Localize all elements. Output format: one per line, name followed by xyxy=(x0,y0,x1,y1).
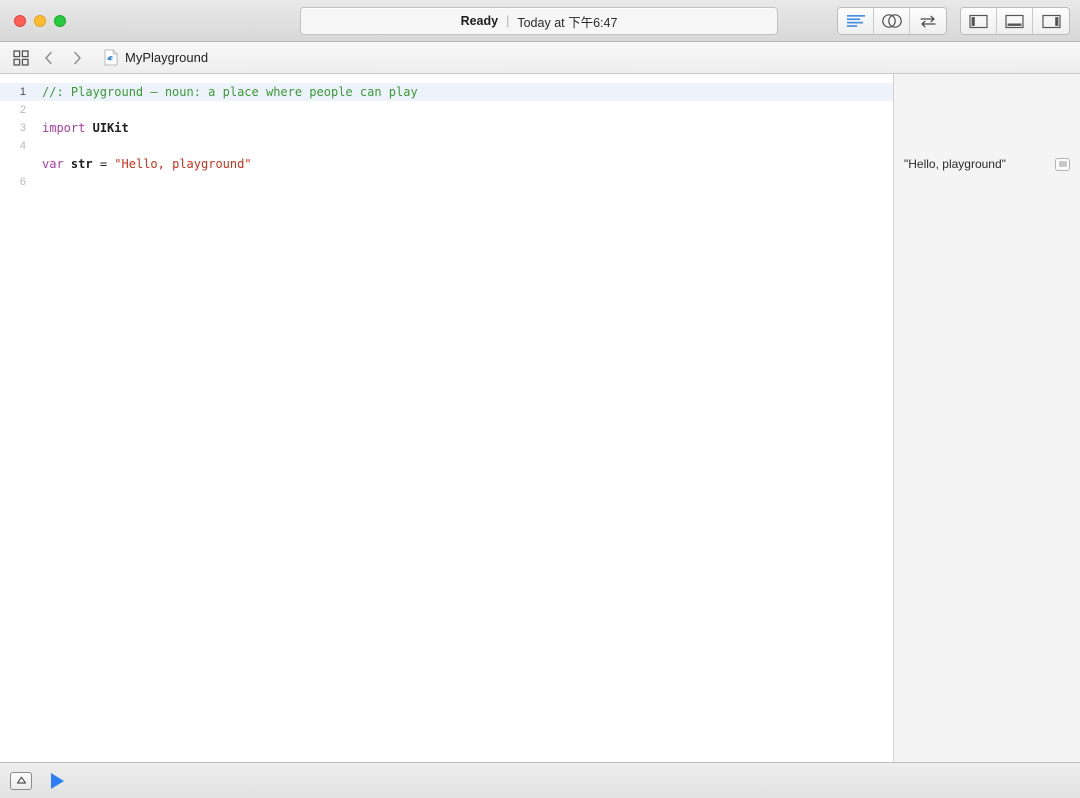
toggle-utilities-button[interactable] xyxy=(1033,8,1069,34)
main-content: 1 //: Playground — noun: a place where pe… xyxy=(0,74,1080,762)
code-line[interactable]: 4 xyxy=(0,137,893,155)
line-number: 6 xyxy=(19,176,26,188)
breadcrumb-file-name: MyPlayground xyxy=(125,50,209,65)
status-time: Today at 下午6:47 xyxy=(517,15,618,30)
minimize-button[interactable] xyxy=(34,14,46,27)
standard-editor-button[interactable] xyxy=(838,8,874,34)
play-triangle-icon xyxy=(51,772,64,789)
code-text: import UIKit xyxy=(34,121,129,135)
view-toggle-group xyxy=(960,7,1070,35)
token-bold: str xyxy=(70,157,93,171)
navigate-forward-button[interactable] xyxy=(64,45,90,71)
editor-mode-group xyxy=(837,7,947,35)
code-lines: 1 //: Playground — noun: a place where pe… xyxy=(0,83,893,191)
token-string: "Hello, playground" xyxy=(114,157,252,171)
value-history-icon xyxy=(1058,161,1067,167)
venn-circles-icon xyxy=(881,14,902,28)
line-number: 2 xyxy=(19,104,26,116)
result-row: "Hello, playground" xyxy=(894,153,1080,175)
bottom-bar xyxy=(0,762,1080,798)
code-line[interactable]: 6 xyxy=(0,173,893,191)
line-number: 1 xyxy=(19,86,26,98)
close-button[interactable] xyxy=(14,14,26,27)
chevron-right-icon xyxy=(74,51,81,64)
token-comment: //: Playground — noun: a place where peo… xyxy=(42,85,418,99)
token-keyword: var xyxy=(42,157,64,171)
toolbar-right-group xyxy=(837,7,1070,35)
debug-area-toggle-icon xyxy=(16,776,26,784)
toggle-navigator-button[interactable] xyxy=(961,8,997,34)
breadcrumb[interactable]: MyPlayground xyxy=(104,49,208,66)
debug-area-toggle-button[interactable] xyxy=(10,771,32,790)
related-items-button[interactable] xyxy=(8,45,34,71)
line-number: 3 xyxy=(19,122,26,134)
code-line[interactable]: var str = "Hello, playground" xyxy=(0,155,893,173)
assistant-editor-button[interactable] xyxy=(874,8,910,34)
playground-file-icon xyxy=(104,49,118,66)
status-separator: | xyxy=(506,14,510,28)
arrows-swap-icon xyxy=(920,15,936,28)
panel-right-icon xyxy=(1041,14,1061,28)
token-keyword: import xyxy=(42,121,86,135)
chevron-left-icon xyxy=(45,51,52,64)
line-number: 4 xyxy=(19,140,26,152)
code-line[interactable]: 2 xyxy=(0,101,893,119)
xcode-playground-window: Ready | Today at 下午6:47 MyPlayground 1 /… xyxy=(0,0,1080,798)
result-value: "Hello, playground" xyxy=(904,157,1006,171)
execute-playground-button[interactable] xyxy=(46,770,68,792)
grid-squares-icon xyxy=(13,49,29,66)
status-bar[interactable]: Ready | Today at 下午6:47 xyxy=(300,7,778,35)
source-editor[interactable]: 1 //: Playground — noun: a place where pe… xyxy=(0,74,893,762)
window-titlebar: Ready | Today at 下午6:47 xyxy=(0,0,1080,42)
code-line[interactable]: 3 import UIKit xyxy=(0,119,893,137)
results-sidebar: "Hello, playground" xyxy=(893,74,1080,762)
code-text: //: Playground — noun: a place where peo… xyxy=(34,85,418,99)
code-line[interactable]: 1 //: Playground — noun: a place where pe… xyxy=(0,83,893,101)
token-plain: = xyxy=(92,157,115,171)
lines-icon xyxy=(846,15,865,27)
version-editor-button[interactable] xyxy=(910,8,946,34)
status-state: Ready xyxy=(460,14,499,28)
toggle-debug-button[interactable] xyxy=(997,8,1033,34)
panel-bottom-icon xyxy=(1005,14,1024,28)
jump-bar: MyPlayground xyxy=(0,42,1080,74)
panel-left-icon xyxy=(969,14,988,28)
token-bold: UIKit xyxy=(92,121,129,135)
value-history-button[interactable] xyxy=(1055,157,1070,171)
navigate-back-button[interactable] xyxy=(36,45,62,71)
code-text: var str = "Hello, playground" xyxy=(34,157,252,171)
traffic-lights xyxy=(0,14,66,27)
zoom-button[interactable] xyxy=(54,14,66,27)
